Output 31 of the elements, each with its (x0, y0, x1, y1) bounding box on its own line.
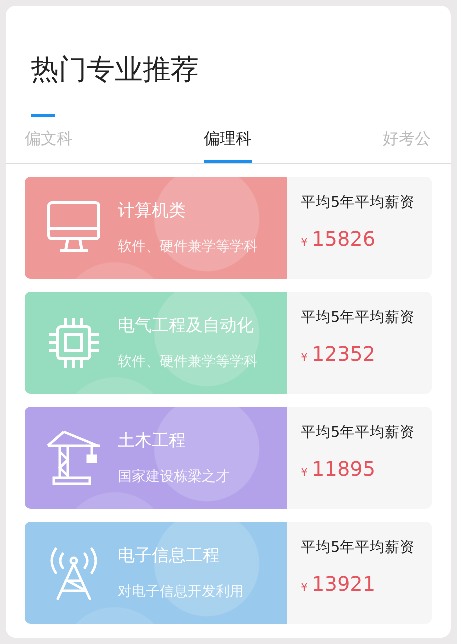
currency-symbol: ¥ (301, 236, 308, 249)
salary-label: 平均5年平均薪资 (301, 194, 416, 213)
tab[interactable]: 偏理科 (204, 123, 252, 163)
accent-bar (31, 114, 55, 117)
tab[interactable]: 偏文科 (25, 123, 73, 163)
salary-value: 15826 (312, 227, 376, 251)
major-name: 土木工程 (118, 430, 187, 450)
currency-symbol: ¥ (301, 581, 308, 594)
chip-icon (46, 315, 102, 371)
major-name: 电子信息工程 (118, 546, 221, 566)
major-card[interactable]: 土木工程 国家建设栋梁之才 (25, 407, 287, 509)
tab[interactable]: 好考公 (383, 123, 431, 163)
major-description: 软件、硬件兼学等学科 (118, 352, 258, 370)
salary-label: 平均5年平均薪资 (301, 309, 416, 328)
currency-symbol: ¥ (301, 351, 308, 364)
major-card[interactable]: 电气工程及自动化 软件、硬件兼学等学科 (25, 292, 287, 394)
salary-label: 平均5年平均薪资 (301, 539, 416, 558)
major-description: 对电子信息开发利用 (118, 582, 244, 600)
salary-value: 13921 (312, 572, 376, 596)
major-card[interactable]: 电子信息工程 对电子信息开发利用 (25, 522, 287, 624)
salary-value: 12352 (312, 342, 376, 366)
major-name: 计算机类 (118, 200, 187, 220)
section-title: 热门专业推荐 (30, 52, 200, 88)
major-description: 软件、硬件兼学等学科 (118, 238, 258, 256)
salary-label: 平均5年平均薪资 (301, 424, 416, 443)
major-description: 国家建设栋梁之才 (118, 468, 230, 486)
major-card[interactable]: 计算机类 软件、硬件兼学等学科 (25, 177, 287, 279)
crane-icon (46, 430, 102, 486)
major-name: 电气工程及自动化 (118, 316, 255, 336)
salary-value: 11895 (312, 457, 376, 481)
currency-symbol: ¥ (301, 466, 308, 479)
